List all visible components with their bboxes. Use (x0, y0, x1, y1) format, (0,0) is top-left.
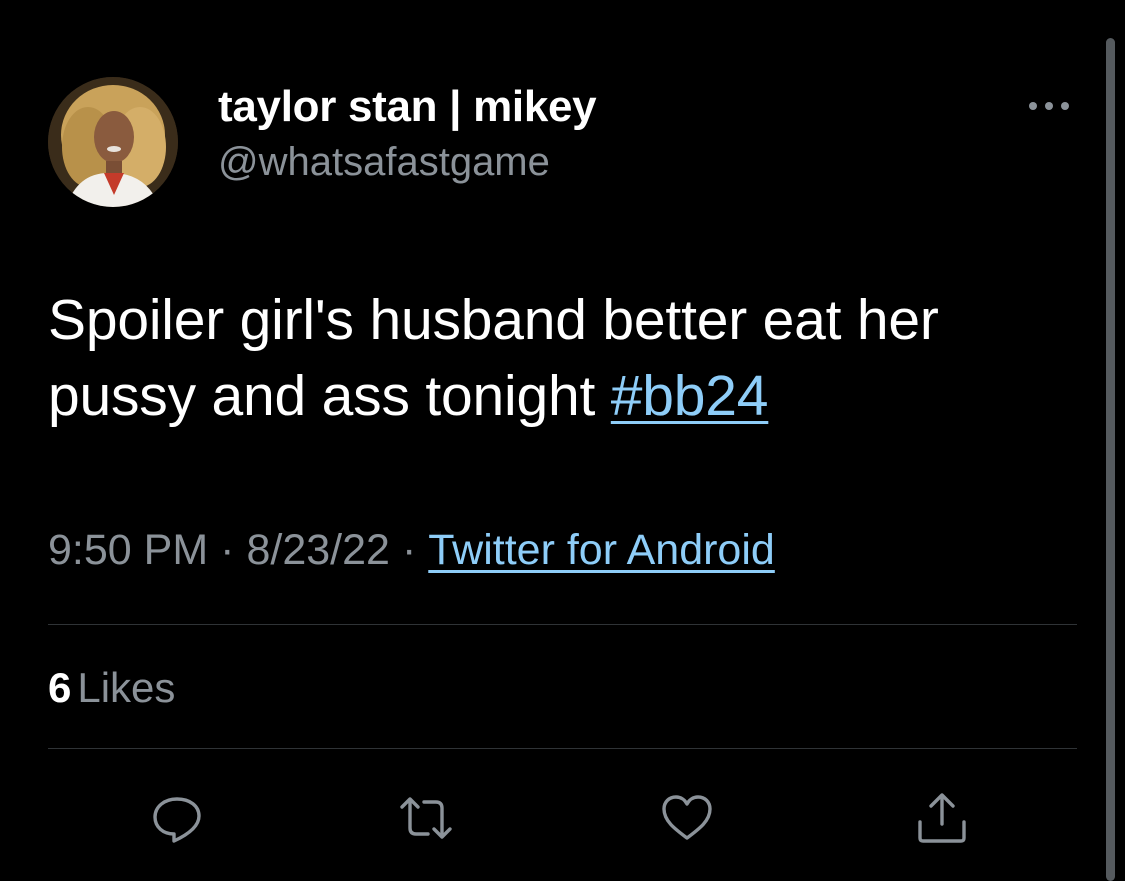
meta-separator: · (220, 526, 235, 574)
reply-button[interactable] (149, 790, 205, 846)
more-horizontal-icon (1029, 102, 1069, 110)
scrollbar[interactable] (1106, 38, 1115, 881)
tweet-text: Spoiler girl's husband better eat her pu… (48, 282, 1088, 434)
reply-icon (153, 797, 201, 843)
hashtag-link[interactable]: #bb24 (611, 364, 769, 428)
tweet-metadata: 9:50 PM · 8/23/22 · Twitter for Android (48, 526, 775, 575)
tweet-time[interactable]: 9:50 PM (48, 526, 208, 574)
retweet-button[interactable] (398, 790, 454, 846)
likes-count: 6 (48, 664, 72, 711)
tweet-date[interactable]: 8/23/22 (246, 526, 389, 574)
share-button[interactable] (914, 790, 970, 846)
meta-separator: · (401, 526, 417, 574)
divider (48, 624, 1077, 625)
author-handle[interactable]: @whatsafastgame (218, 140, 550, 185)
retweet-icon (400, 797, 452, 839)
tweet-body: Spoiler girl's husband better eat her pu… (48, 288, 939, 428)
source-link[interactable]: Twitter for Android (428, 526, 775, 574)
like-button[interactable] (659, 790, 715, 846)
author-display-name[interactable]: taylor stan | mikey (218, 82, 597, 132)
profile-photo-icon (48, 77, 178, 207)
likes-label: Likes (77, 664, 176, 711)
divider (48, 748, 1077, 749)
more-options-button[interactable] (1024, 92, 1074, 120)
share-icon (918, 793, 966, 843)
tweet-detail: taylor stan | mikey @whatsafastgame Spoi… (0, 0, 1125, 881)
likes-stat[interactable]: 6 Likes (48, 664, 175, 712)
avatar[interactable] (48, 77, 178, 207)
heart-icon (662, 795, 712, 840)
